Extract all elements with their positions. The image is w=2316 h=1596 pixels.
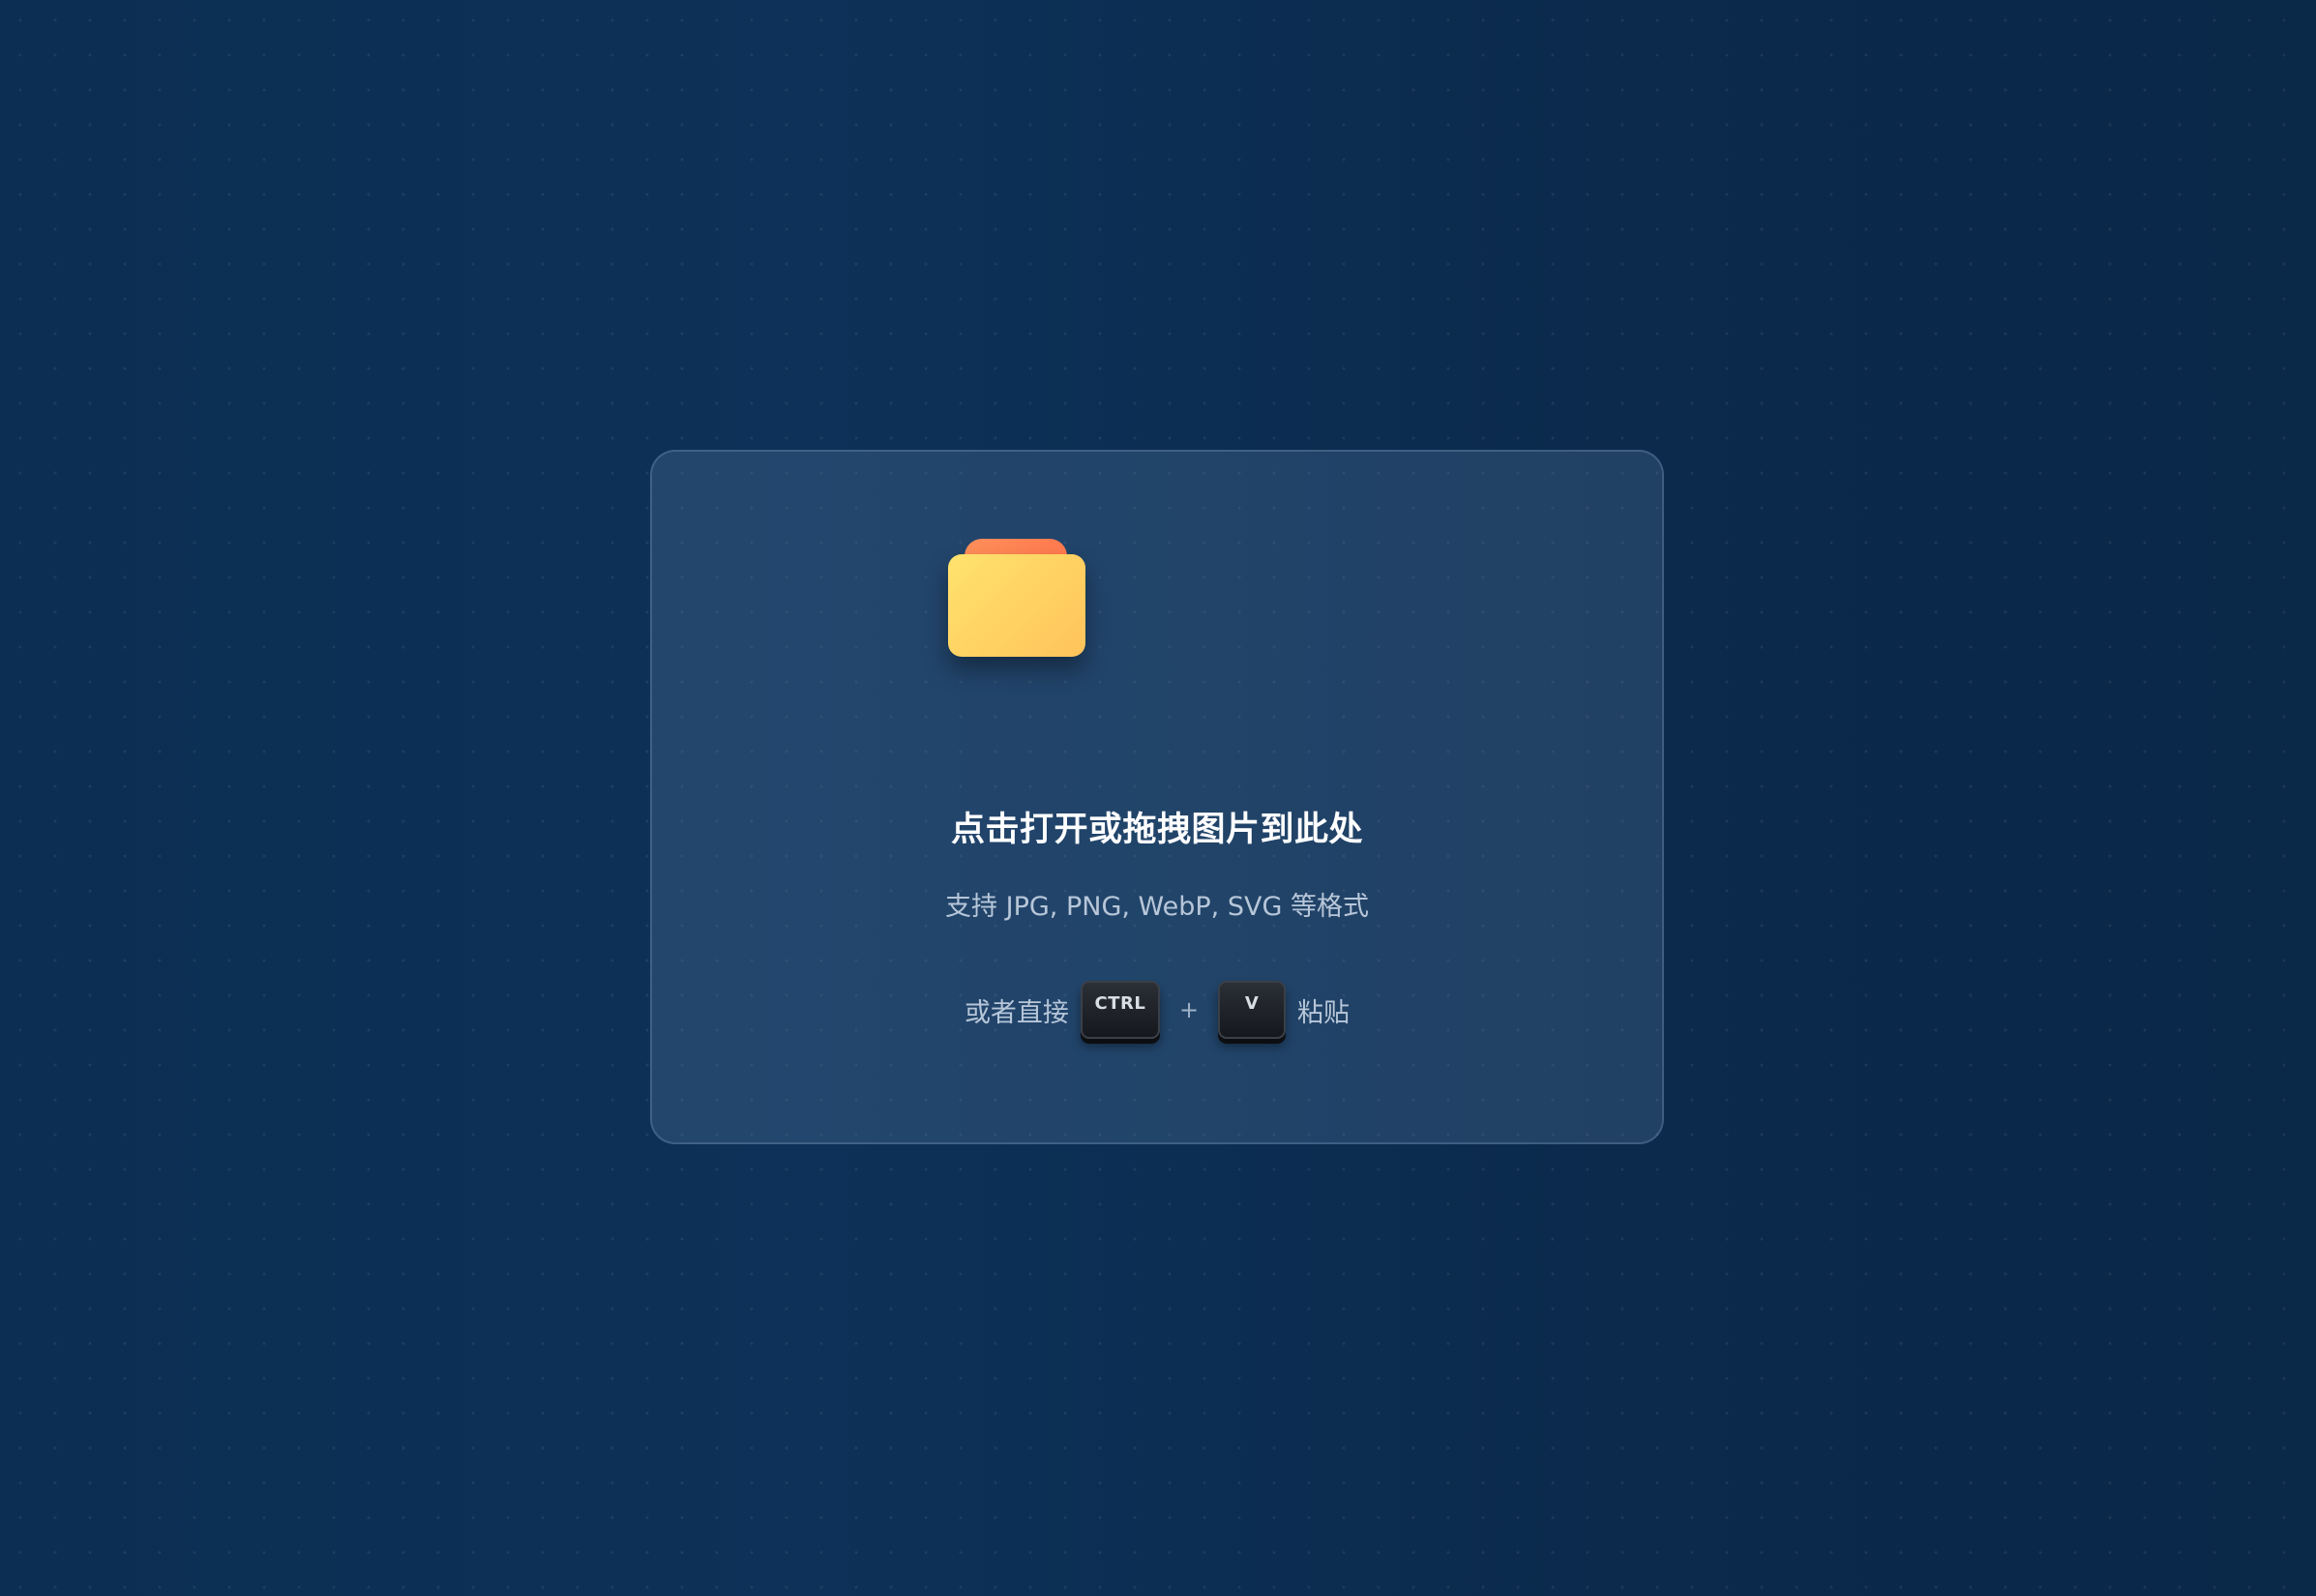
v-key: V (1218, 981, 1287, 1039)
folder-body (948, 554, 1085, 657)
page: 点击打开或拖拽图片到此处 支持 JPG, PNG, WebP, SVG 等格式 … (0, 0, 2316, 1596)
image-drop-zone[interactable]: 点击打开或拖拽图片到此处 支持 JPG, PNG, WebP, SVG 等格式 … (650, 450, 1664, 1144)
drop-zone-title: 点击打开或拖拽图片到此处 (950, 811, 1363, 849)
paste-hint-suffix: 粘贴 (1297, 997, 1351, 1028)
folder-icon (948, 539, 1085, 659)
supported-formats-text: 支持 JPG, PNG, WebP, SVG 等格式 (945, 892, 1369, 922)
paste-shortcut-hint: 或者直接 CTRL + V 粘贴 (652, 981, 1662, 1039)
paste-hint-prefix: 或者直接 (964, 997, 1069, 1028)
ctrl-key: CTRL (1080, 981, 1160, 1039)
plus-sign: + (1178, 996, 1200, 1023)
